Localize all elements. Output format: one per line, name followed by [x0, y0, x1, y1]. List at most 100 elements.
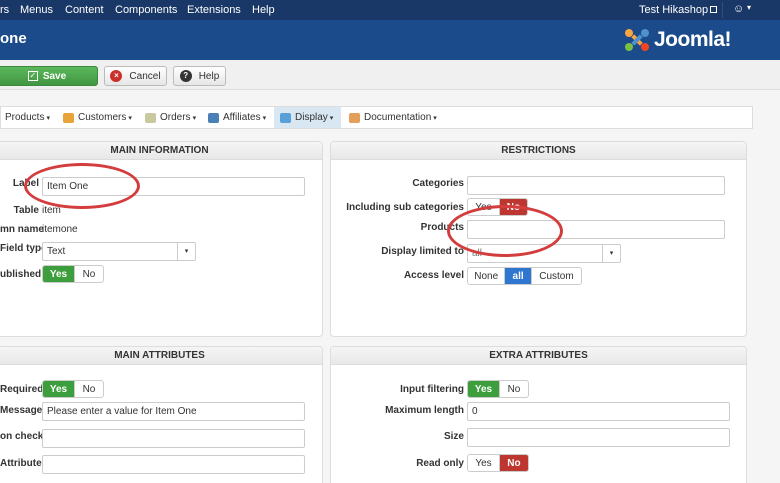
menu-menus[interactable]: Menus: [20, 4, 53, 16]
nav-orders[interactable]: Orders ▾: [145, 107, 196, 128]
required-toggle[interactable]: Yes No: [42, 380, 104, 398]
field-type-value: Text: [47, 246, 66, 257]
size-input[interactable]: [467, 428, 730, 447]
nav-display-label: Display: [295, 112, 328, 123]
column-name-value: itemone: [42, 224, 78, 235]
maximum-length-input[interactable]: 0: [467, 402, 730, 421]
affiliates-icon: [208, 112, 219, 123]
attributes-label: Attributes: [0, 458, 48, 469]
required-yes[interactable]: Yes: [43, 381, 75, 397]
menubar-divider: [722, 2, 723, 18]
read-only-label: Read only: [416, 458, 464, 469]
nav-documentation[interactable]: Documentation ▾: [349, 107, 437, 128]
chevron-down-icon: ▾: [602, 245, 620, 262]
user-icon[interactable]: ☺: [733, 3, 744, 15]
main-information-title: MAIN INFORMATION: [0, 142, 322, 160]
access-all[interactable]: all: [505, 268, 532, 284]
annotation-ellipse-label: [24, 163, 140, 209]
table-label: Table: [13, 205, 39, 216]
read-only-no[interactable]: No: [499, 455, 528, 471]
categories-label: Categories: [412, 178, 464, 189]
menu-components[interactable]: Components: [115, 4, 177, 16]
maximum-length-label: Maximum length: [385, 405, 464, 416]
field-type-select[interactable]: Text ▾: [42, 242, 196, 261]
nav-display[interactable]: Display ▾: [274, 107, 341, 128]
access-level-label: Access level: [403, 270, 464, 281]
published-label: ublished: [0, 269, 42, 280]
input-filtering-yes[interactable]: Yes: [468, 381, 500, 397]
access-custom[interactable]: Custom: [532, 268, 581, 284]
hikashop-nav: Products ▾ Customers ▾ Orders ▾ Affiliates ▾…: [0, 106, 753, 129]
site-link[interactable]: Test Hikashop: [639, 4, 718, 16]
attributes-input[interactable]: [42, 455, 305, 474]
documentation-icon: [349, 112, 360, 123]
cancel-label: Cancel: [129, 70, 161, 82]
caret-down-icon: ▾: [433, 114, 437, 122]
required-label: Required: [0, 384, 44, 395]
nav-products[interactable]: Products ▾: [5, 107, 50, 128]
nav-orders-label: Orders: [160, 112, 191, 123]
display-icon: [280, 112, 291, 123]
published-no[interactable]: No: [75, 266, 103, 282]
help-icon: ?: [179, 70, 192, 82]
save-icon: ✓: [27, 71, 38, 81]
menu-content[interactable]: Content: [65, 4, 104, 16]
field-type-label: Field type: [0, 243, 47, 254]
external-link-icon: [710, 6, 718, 13]
caret-down-icon: ▾: [128, 114, 132, 122]
nav-products-label: Products: [5, 112, 45, 123]
logo-text: Joomla!: [654, 28, 732, 51]
chevron-down-icon: ▾: [177, 243, 195, 260]
published-toggle[interactable]: Yes No: [42, 265, 104, 283]
sub-categories-label: Including sub categories: [346, 202, 464, 213]
input-filtering-no[interactable]: No: [500, 381, 528, 397]
save-label: Save: [42, 70, 67, 82]
caret-down-icon: ▾: [329, 114, 334, 122]
access-none[interactable]: None: [468, 268, 506, 284]
main-attributes-title: MAIN ATTRIBUTES: [0, 347, 322, 365]
save-button[interactable]: ✓ Save: [0, 66, 98, 86]
menu-extensions[interactable]: Extensions: [187, 4, 241, 16]
cancel-icon: ×: [110, 70, 123, 82]
nav-customers[interactable]: Customers ▾: [63, 107, 132, 128]
required-no[interactable]: No: [75, 381, 103, 397]
message-label: Message: [0, 405, 43, 416]
nav-documentation-label: Documentation: [364, 112, 432, 123]
cancel-button[interactable]: × Cancel: [104, 66, 167, 86]
categories-input[interactable]: [467, 176, 725, 195]
display-limited-label: Display limited to: [381, 246, 464, 257]
caret-down-icon: ▾: [46, 114, 50, 122]
help-label: Help: [198, 70, 220, 82]
page-title: one: [0, 30, 27, 47]
menu-help[interactable]: Help: [252, 4, 275, 16]
read-only-toggle[interactable]: Yes No: [467, 454, 529, 472]
nav-affiliates[interactable]: Affiliates ▾: [208, 107, 266, 128]
input-filtering-label: Input filtering: [400, 384, 464, 395]
admin-menubar: rs Menus Content Components Extensions H…: [0, 0, 780, 20]
orders-icon: [145, 112, 156, 123]
column-name-label: mn name: [0, 224, 44, 235]
menu-users[interactable]: rs: [0, 4, 9, 16]
validation-check-label: on check: [0, 431, 44, 442]
input-filtering-toggle[interactable]: Yes No: [467, 380, 529, 398]
annotation-ellipse-products: [447, 205, 563, 257]
caret-down-icon: ▾: [262, 114, 267, 122]
nav-affiliates-label: Affiliates: [223, 112, 261, 123]
caret-down-icon: ▾: [192, 114, 197, 122]
user-dropdown-caret[interactable]: ▾: [747, 3, 751, 12]
nav-customers-label: Customers: [78, 112, 127, 123]
size-label: Size: [443, 431, 464, 442]
products-label: Products: [420, 222, 464, 233]
message-input[interactable]: Please enter a value for Item One: [42, 402, 305, 421]
restrictions-title: RESTRICTIONS: [331, 142, 746, 160]
access-level-toggle[interactable]: None all Custom: [467, 267, 582, 285]
site-name: Test Hikashop: [639, 4, 709, 16]
toolbar: ✓ Save × Cancel ? Help: [0, 60, 780, 90]
page-header: one Joomla!: [0, 20, 780, 60]
joomla-logo-icon: [625, 29, 649, 51]
published-yes[interactable]: Yes: [43, 266, 75, 282]
help-button[interactable]: ? Help: [173, 66, 226, 86]
read-only-yes[interactable]: Yes: [468, 455, 500, 471]
validation-check-input[interactable]: [42, 429, 305, 448]
extra-attributes-title: EXTRA ATTRIBUTES: [331, 347, 746, 365]
